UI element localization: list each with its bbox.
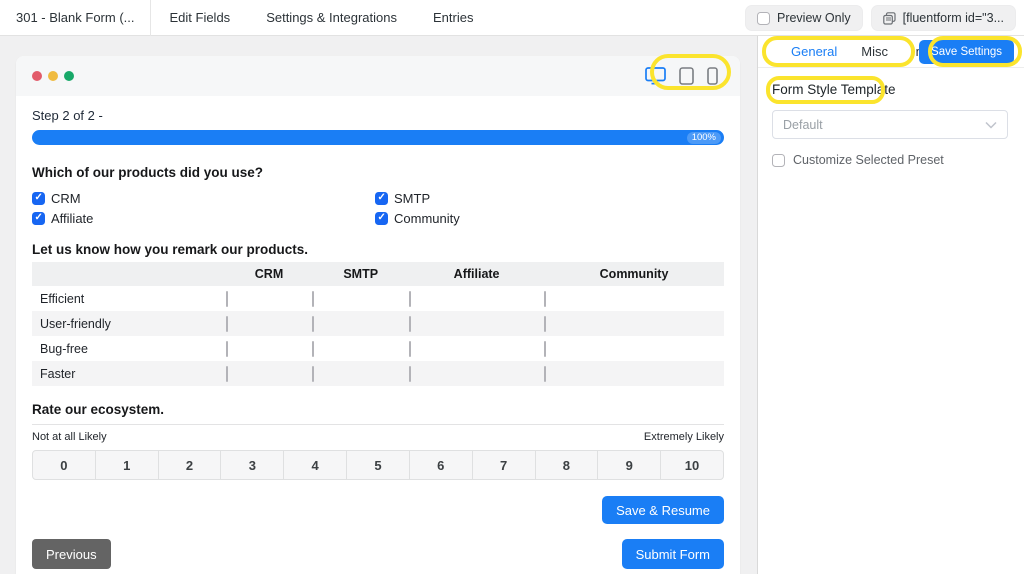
grid-row-bug-free: Bug-free xyxy=(32,336,724,361)
zoom-dot-icon xyxy=(64,71,74,81)
settings-panel-body: Form Style Template Default Customize Se… xyxy=(758,68,1024,179)
shortcode-copy-button[interactable]: [fluentform id="3... xyxy=(870,5,1016,31)
nps-8[interactable]: 8 xyxy=(536,451,599,479)
efficient-community-checkbox[interactable] xyxy=(544,290,547,307)
grid-survey-table: CRM SMTP Affiliate Community Efficient U… xyxy=(32,262,724,386)
customize-preset-checkbox[interactable] xyxy=(772,153,785,167)
bugfree-community-checkbox[interactable] xyxy=(544,340,547,357)
top-bar: 301 - Blank Form (... Edit Fields Settin… xyxy=(0,0,1024,36)
nps-4[interactable]: 4 xyxy=(284,451,348,479)
bugfree-crm-checkbox[interactable] xyxy=(225,340,228,357)
products-question-label: Which of our products did you use? xyxy=(32,165,263,180)
userfriendly-smtp-checkbox[interactable] xyxy=(312,315,315,332)
nps-scale: 0 1 2 3 4 5 6 7 8 9 10 xyxy=(32,450,724,480)
browser-preview-window: Step 2 of 2 - 100% Which of our products… xyxy=(16,56,740,574)
close-dot-icon xyxy=(32,71,42,81)
preview-only-label: Preview Only xyxy=(776,11,851,25)
settings-side-panel: General Misc Import Save Settings Form S… xyxy=(757,36,1024,574)
nps-label: Rate our ecosystem. xyxy=(32,402,165,417)
tab-misc[interactable]: Misc xyxy=(861,44,888,59)
nav-entries[interactable]: Entries xyxy=(433,10,473,25)
chevron-down-icon xyxy=(985,121,997,129)
option-crm[interactable]: CRM xyxy=(32,188,375,208)
preview-only-checkbox[interactable] xyxy=(756,11,770,25)
previous-button[interactable]: Previous xyxy=(32,539,111,569)
nps-section: Rate our ecosystem. Not at all Likely Ex… xyxy=(32,402,724,480)
nps-min-label: Not at all Likely xyxy=(32,431,107,443)
nav-settings-integrations[interactable]: Settings & Integrations xyxy=(266,10,397,25)
nps-5[interactable]: 5 xyxy=(347,451,410,479)
community-checkbox[interactable] xyxy=(375,211,388,225)
userfriendly-crm-checkbox[interactable] xyxy=(225,315,228,332)
form-preview-area: Step 2 of 2 - 100% Which of our products… xyxy=(0,36,757,574)
faster-affiliate-checkbox[interactable] xyxy=(409,365,412,382)
grid-row-user-friendly: User-friendly xyxy=(32,311,724,336)
efficient-affiliate-checkbox[interactable] xyxy=(409,290,412,307)
option-community[interactable]: Community xyxy=(375,208,724,228)
form-title-tab[interactable]: 301 - Blank Form (... xyxy=(0,0,152,36)
progress-percentage: 100% xyxy=(686,131,721,144)
option-smtp[interactable]: SMTP xyxy=(375,188,724,208)
products-question-section: Which of our products did you use? CRM S… xyxy=(32,165,724,228)
nps-9[interactable]: 9 xyxy=(598,451,662,479)
nps-10[interactable]: 10 xyxy=(661,451,723,479)
grid-header-row: CRM SMTP Affiliate Community xyxy=(32,262,724,286)
userfriendly-affiliate-checkbox[interactable] xyxy=(409,315,412,332)
submit-form-button[interactable]: Submit Form xyxy=(621,539,724,569)
nps-3[interactable]: 3 xyxy=(221,451,285,479)
smtp-checkbox[interactable] xyxy=(375,191,388,205)
style-template-value: Default xyxy=(783,117,823,132)
form-style-template-label: Form Style Template xyxy=(772,82,896,97)
nps-max-label: Extremely Likely xyxy=(643,431,724,443)
efficient-smtp-checkbox[interactable] xyxy=(312,290,315,307)
grid-survey-label: Let us know how you remark our products. xyxy=(32,242,309,257)
faster-community-checkbox[interactable] xyxy=(544,365,547,382)
tab-general[interactable]: General xyxy=(791,44,837,59)
shortcode-label: [fluentform id="3... xyxy=(902,11,1004,25)
affiliate-checkbox[interactable] xyxy=(32,211,45,225)
mobile-icon[interactable] xyxy=(707,67,718,85)
step-indicator: Step 2 of 2 - xyxy=(32,108,103,123)
tablet-icon[interactable] xyxy=(679,67,694,85)
grid-row-efficient: Efficient xyxy=(32,286,724,311)
products-options: CRM SMTP Affiliate Community xyxy=(32,188,724,228)
save-settings-button[interactable]: Save Settings xyxy=(919,40,1014,64)
nps-0[interactable]: 0 xyxy=(33,451,96,479)
nps-2[interactable]: 2 xyxy=(159,451,222,479)
customize-preset-label: Customize Selected Preset xyxy=(793,153,944,167)
nps-7[interactable]: 7 xyxy=(473,451,536,479)
save-resume-button[interactable]: Save & Resume xyxy=(602,496,724,524)
style-template-select[interactable]: Default xyxy=(772,110,1008,139)
copy-icon xyxy=(882,11,896,25)
minimize-dot-icon xyxy=(48,71,58,81)
preview-only-toggle[interactable]: Preview Only xyxy=(744,5,863,31)
faster-crm-checkbox[interactable] xyxy=(225,365,228,382)
crm-checkbox[interactable] xyxy=(32,191,45,205)
efficient-crm-checkbox[interactable] xyxy=(225,290,228,307)
option-affiliate[interactable]: Affiliate xyxy=(32,208,375,228)
top-navigation: Edit Fields Settings & Integrations Entr… xyxy=(169,10,473,25)
device-preview-switcher xyxy=(645,56,718,96)
bugfree-smtp-checkbox[interactable] xyxy=(312,340,315,357)
bugfree-affiliate-checkbox[interactable] xyxy=(409,340,412,357)
window-controls xyxy=(32,71,74,81)
grid-survey-section: Let us know how you remark our products.… xyxy=(32,242,724,386)
userfriendly-community-checkbox[interactable] xyxy=(544,315,547,332)
nps-divider xyxy=(32,424,724,425)
nps-6[interactable]: 6 xyxy=(410,451,473,479)
faster-smtp-checkbox[interactable] xyxy=(312,365,315,382)
browser-chrome-bar xyxy=(16,56,740,96)
nav-edit-fields[interactable]: Edit Fields xyxy=(169,10,230,25)
desktop-icon[interactable] xyxy=(645,67,666,85)
settings-tabs-row: General Misc Import Save Settings xyxy=(758,36,1024,68)
customize-preset-row[interactable]: Customize Selected Preset xyxy=(772,153,1010,167)
grid-row-faster: Faster xyxy=(32,361,724,386)
form-body: Step 2 of 2 - 100% Which of our products… xyxy=(16,96,740,574)
nps-1[interactable]: 1 xyxy=(96,451,159,479)
progress-bar: 100% xyxy=(32,130,724,145)
